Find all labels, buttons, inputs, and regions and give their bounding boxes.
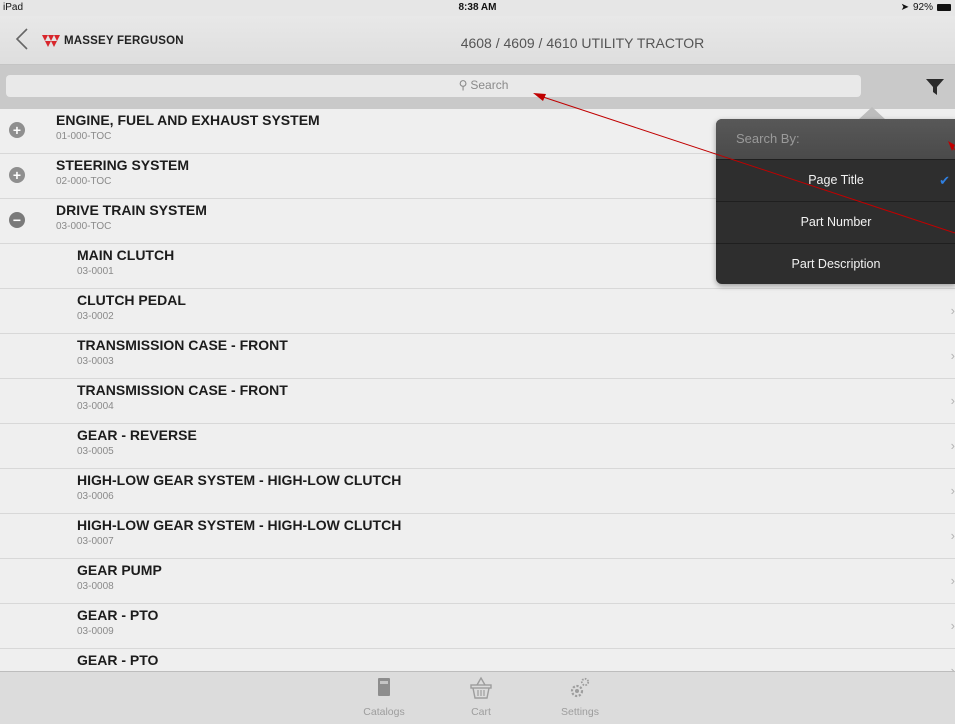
item-code: 03-0008: [77, 581, 114, 592]
option-label: Part Number: [800, 215, 872, 229]
option-label: Part Description: [791, 257, 881, 271]
tab-settings[interactable]: Settings: [545, 676, 615, 718]
tab-catalogs[interactable]: Catalogs: [349, 676, 419, 718]
tab-label: Cart: [471, 706, 491, 718]
collapse-minus-icon[interactable]: −: [9, 212, 25, 228]
list-item[interactable]: TRANSMISSION CASE - FRONT 03-0004 ›: [0, 379, 955, 424]
expand-plus-icon[interactable]: +: [9, 167, 25, 183]
list-item[interactable]: GEAR - REVERSE 03-0005 ›: [0, 424, 955, 469]
item-code: 03-0009: [77, 626, 114, 637]
book-icon: [378, 678, 390, 696]
item-title: GEAR - PTO: [77, 652, 159, 668]
chevron-right-icon: ›: [950, 348, 955, 363]
expand-plus-icon[interactable]: +: [9, 122, 25, 138]
section-code: 01-000-TOC: [56, 131, 112, 142]
item-title: HIGH-LOW GEAR SYSTEM - HIGH-LOW CLUTCH: [77, 472, 402, 488]
status-bar: iPad 8:38 AM ➤ 92%: [0, 0, 955, 16]
search-placeholder-text: Search: [470, 78, 509, 92]
tab-cart[interactable]: Cart: [446, 676, 516, 718]
item-code: 03-0006: [77, 491, 114, 502]
item-title: GEAR - REVERSE: [77, 427, 197, 443]
navigation-bar: MASSEY FERGUSON 4608 / 4609 / 4610 UTILI…: [0, 16, 955, 65]
chevron-right-icon: ›: [950, 483, 955, 498]
section-code: 02-000-TOC: [56, 176, 112, 187]
item-code: 03-0003: [77, 356, 114, 367]
chevron-right-icon: ›: [950, 303, 955, 318]
page-title: 4608 / 4609 / 4610 UTILITY TRACTOR: [460, 35, 705, 51]
basket-icon: [470, 676, 492, 699]
chevron-right-icon: ›: [950, 618, 955, 633]
item-title: CLUTCH PEDAL: [77, 292, 186, 308]
search-by-popover: Search By: Page Title ✔ Part Number Part…: [716, 119, 955, 284]
item-code: 03-0004: [77, 401, 114, 412]
list-item[interactable]: GEAR - PTO 03-0009 ›: [0, 604, 955, 649]
popover-header: Search By:: [716, 119, 955, 159]
checkmark-icon: ✔: [939, 173, 950, 188]
location-icon: ➤: [900, 2, 909, 13]
battery-icon: [937, 4, 951, 11]
search-placeholder: ⚲ Search: [6, 78, 861, 92]
section-title: DRIVE TRAIN SYSTEM: [56, 202, 207, 218]
item-title: MAIN CLUTCH: [77, 247, 175, 263]
item-title: GEAR PUMP: [77, 562, 162, 578]
tab-bar: Catalogs Cart Settings: [0, 671, 955, 724]
chevron-right-icon: ›: [950, 438, 955, 453]
search-option-page-title[interactable]: Page Title ✔: [716, 159, 955, 201]
item-code: 03-0005: [77, 446, 114, 457]
search-option-part-number[interactable]: Part Number: [716, 201, 955, 243]
section-title: STEERING SYSTEM: [56, 157, 190, 173]
list-item[interactable]: GEAR PUMP 03-0008 ›: [0, 559, 955, 604]
item-title: TRANSMISSION CASE - FRONT: [77, 337, 288, 353]
tab-label: Settings: [561, 706, 599, 718]
list-item[interactable]: HIGH-LOW GEAR SYSTEM - HIGH-LOW CLUTCH 0…: [0, 469, 955, 514]
section-code: 03-000-TOC: [56, 221, 112, 232]
battery-percent: 92%: [912, 2, 933, 13]
section-title: ENGINE, FUEL AND EXHAUST SYSTEM: [56, 112, 320, 128]
item-code: 03-0001: [77, 266, 114, 277]
chevron-right-icon: ›: [950, 573, 955, 588]
chevron-right-icon: ›: [950, 393, 955, 408]
option-label: Page Title: [808, 173, 864, 187]
item-title: GEAR - PTO: [77, 607, 159, 623]
list-item[interactable]: CLUTCH PEDAL 03-0002 ›: [0, 289, 955, 334]
search-input[interactable]: ⚲ Search: [6, 75, 861, 97]
clock: 8:38 AM: [458, 2, 497, 13]
status-right: ➤ 92%: [901, 2, 951, 13]
item-title: TRANSMISSION CASE - FRONT: [77, 382, 288, 398]
list-item[interactable]: HIGH-LOW GEAR SYSTEM - HIGH-LOW CLUTCH 0…: [0, 514, 955, 559]
search-bar: ⚲ Search: [0, 65, 955, 109]
chevron-right-icon: ›: [950, 528, 955, 543]
search-icon: ⚲: [458, 78, 468, 92]
item-code: 03-0007: [77, 536, 114, 547]
list-item[interactable]: TRANSMISSION CASE - FRONT 03-0003 ›: [0, 334, 955, 379]
search-option-part-description[interactable]: Part Description: [716, 243, 955, 285]
tab-label: Catalogs: [363, 706, 405, 718]
item-title: HIGH-LOW GEAR SYSTEM - HIGH-LOW CLUTCH: [77, 517, 402, 533]
funnel-icon: [926, 79, 944, 95]
filter-button[interactable]: [925, 77, 945, 97]
item-code: 03-0002: [77, 311, 114, 322]
gears-icon: [570, 677, 590, 698]
